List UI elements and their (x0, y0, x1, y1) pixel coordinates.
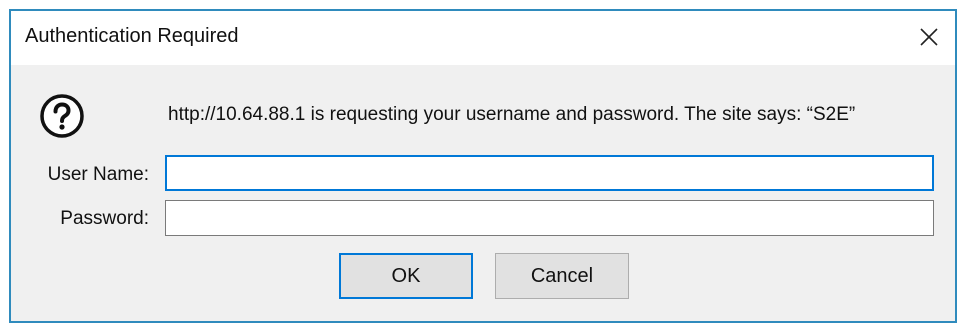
auth-dialog: Authentication Required http://10.64.88.… (9, 9, 957, 323)
dialog-title: Authentication Required (25, 25, 239, 47)
password-input[interactable] (165, 200, 934, 236)
username-input[interactable] (165, 155, 934, 191)
username-label: User Name: (47, 164, 149, 185)
close-button[interactable] (915, 23, 943, 51)
close-icon (920, 28, 938, 46)
cancel-button[interactable]: Cancel (495, 253, 629, 299)
title-bar: Authentication Required (11, 11, 955, 65)
auth-message: http://10.64.88.1 is requesting your use… (168, 104, 856, 125)
question-mark-icon (39, 93, 85, 139)
ok-button[interactable]: OK (339, 253, 473, 299)
password-label: Password: (60, 208, 149, 229)
